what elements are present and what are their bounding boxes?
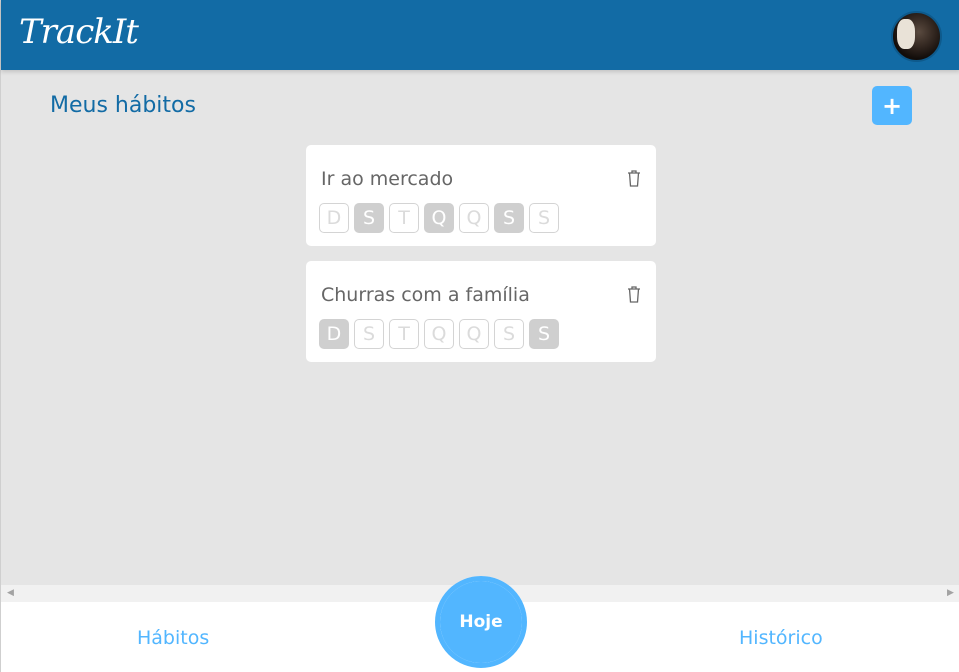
day-button[interactable]: S xyxy=(354,319,384,349)
day-button[interactable]: Q xyxy=(424,319,454,349)
scroll-left-icon[interactable]: ◀ xyxy=(7,588,14,598)
trash-icon[interactable] xyxy=(627,285,641,303)
day-button[interactable]: S xyxy=(529,203,559,233)
weekday-selector: D S T Q Q S S xyxy=(319,319,559,349)
app-logo: TrackIt xyxy=(19,12,139,52)
day-button[interactable]: D xyxy=(319,319,349,349)
day-button[interactable]: S xyxy=(494,203,524,233)
habit-name: Churras com a família xyxy=(321,284,530,306)
habit-name: Ir ao mercado xyxy=(321,168,454,190)
avatar-photo xyxy=(897,19,915,49)
user-avatar[interactable] xyxy=(891,11,942,62)
day-button[interactable]: Q xyxy=(424,203,454,233)
day-button[interactable]: D xyxy=(319,203,349,233)
day-button[interactable]: Q xyxy=(459,203,489,233)
page-title: Meus hábitos xyxy=(50,93,196,118)
nav-history-link[interactable]: Histórico xyxy=(739,627,823,649)
nav-habits-link[interactable]: Hábitos xyxy=(137,627,209,649)
day-button[interactable]: T xyxy=(389,203,419,233)
weekday-selector: D S T Q Q S S xyxy=(319,203,559,233)
day-button[interactable]: T xyxy=(389,319,419,349)
scroll-right-icon[interactable]: ▶ xyxy=(947,588,954,598)
trash-icon[interactable] xyxy=(627,169,641,187)
add-habit-button[interactable]: + xyxy=(872,86,912,125)
top-bar: TrackIt xyxy=(1,0,959,70)
day-button[interactable]: S xyxy=(354,203,384,233)
day-button[interactable]: S xyxy=(494,319,524,349)
day-button[interactable]: S xyxy=(529,319,559,349)
today-button[interactable]: Hoje xyxy=(435,576,527,668)
day-button[interactable]: Q xyxy=(459,319,489,349)
habit-card: Ir ao mercado D S T Q Q S S xyxy=(306,145,656,246)
habit-card: Churras com a família D S T Q Q S S xyxy=(306,261,656,362)
